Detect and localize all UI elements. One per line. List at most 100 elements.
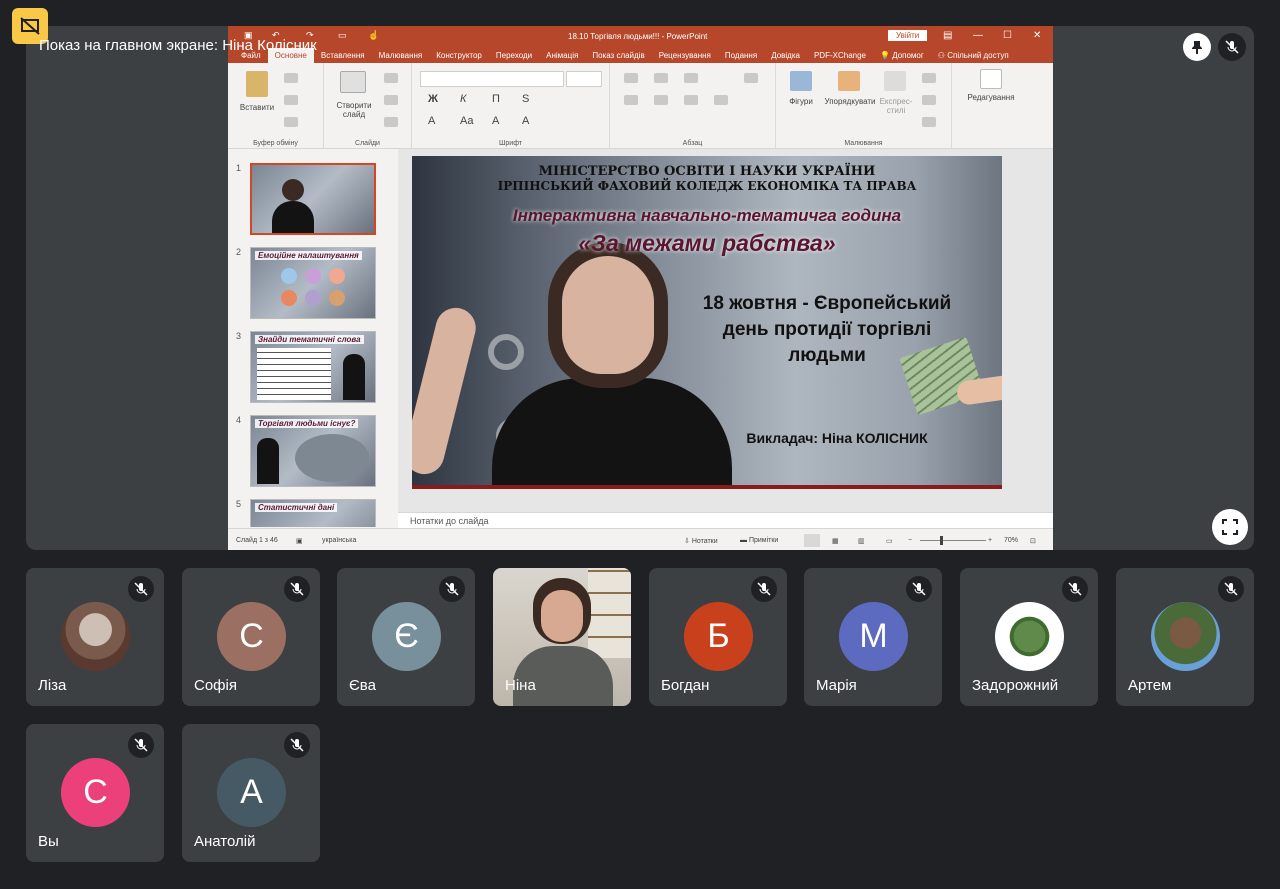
- shape-outline-icon[interactable]: [922, 95, 936, 105]
- ribbon-tabs: Файл Основне Вставлення Малювання Констр…: [228, 47, 1053, 63]
- pin-button[interactable]: [1183, 33, 1211, 61]
- grow-font-button[interactable]: A: [492, 115, 499, 127]
- new-slide-icon[interactable]: [340, 71, 366, 93]
- participant-tile[interactable]: Ліза: [26, 568, 164, 706]
- shapes-button[interactable]: Фігури: [780, 97, 822, 106]
- change-case-button[interactable]: Aa: [460, 115, 473, 127]
- slideshow-start-icon[interactable]: ▭: [338, 30, 347, 41]
- text-direction-icon[interactable]: [744, 73, 758, 83]
- format-painter-icon[interactable]: [284, 117, 298, 127]
- align-right-icon[interactable]: [684, 95, 698, 105]
- quick-styles-icon[interactable]: [884, 71, 906, 91]
- notes-toggle[interactable]: ⇩ Нотатки: [684, 537, 718, 545]
- handcuff-image: [488, 334, 524, 370]
- bold-button[interactable]: Ж: [428, 93, 438, 105]
- participant-video-tile[interactable]: Ніна: [493, 568, 631, 706]
- ribbon-group-slides: Створити слайд Слайди: [324, 63, 412, 149]
- zoom-slider-thumb[interactable]: [940, 536, 943, 545]
- search-icon[interactable]: [980, 69, 1002, 89]
- section-icon[interactable]: [384, 117, 398, 127]
- shape-fill-icon[interactable]: [922, 73, 936, 83]
- new-slide-button[interactable]: Створити слайд: [328, 101, 380, 119]
- current-slide[interactable]: МІНІСТЕРСТВО ОСВІТИ І НАУКИ УКРАЇНИ ІРПІ…: [412, 156, 1002, 489]
- sorter-view-icon[interactable]: ▦: [832, 537, 839, 545]
- slide-thumbnail-4[interactable]: Торгівля людьми існує?: [250, 415, 376, 487]
- layout-icon[interactable]: [384, 73, 398, 83]
- line-spacing-icon[interactable]: [684, 73, 698, 83]
- slide-thumbnail-3[interactable]: Знайди тематичні слова: [250, 331, 376, 403]
- zoom-slider[interactable]: [920, 540, 986, 541]
- maximize-icon[interactable]: ☐: [1003, 30, 1012, 41]
- minimize-icon[interactable]: —: [973, 30, 983, 41]
- arrange-button[interactable]: Упорядкувати: [820, 97, 880, 106]
- shrink-font-button[interactable]: A: [522, 115, 529, 127]
- participant-tile[interactable]: Задорожний: [960, 568, 1098, 706]
- participant-tile-self[interactable]: С Вы: [26, 724, 164, 862]
- paste-icon[interactable]: [246, 71, 268, 97]
- close-icon[interactable]: ✕: [1033, 30, 1041, 41]
- align-left-icon[interactable]: [624, 95, 638, 105]
- ribbon-display-icon[interactable]: ▤: [943, 30, 952, 41]
- quick-styles-button[interactable]: Експрес-стилі: [876, 97, 916, 115]
- zoom-out-icon[interactable]: −: [908, 537, 912, 544]
- tab-help[interactable]: Довідка: [764, 51, 807, 63]
- copy-icon[interactable]: [284, 95, 298, 105]
- participant-tile[interactable]: Б Богдан: [649, 568, 787, 706]
- numbering-icon[interactable]: [654, 73, 668, 83]
- fit-slide-icon[interactable]: ⊡: [1030, 537, 1036, 545]
- tab-design[interactable]: Конструктор: [429, 51, 489, 63]
- justify-icon[interactable]: [714, 95, 728, 105]
- avatar: Б: [684, 602, 753, 671]
- language-indicator[interactable]: українська: [322, 537, 356, 544]
- tab-draw[interactable]: Малювання: [372, 51, 430, 63]
- underline-button[interactable]: П: [492, 93, 500, 105]
- tab-pdfxchange[interactable]: PDF-XChange: [807, 51, 873, 63]
- tab-insert[interactable]: Вставлення: [314, 51, 372, 63]
- tab-share[interactable]: ⚇ Спільний доступ: [931, 51, 1016, 63]
- tab-slideshow[interactable]: Показ слайдів: [585, 51, 651, 63]
- zoom-level[interactable]: 70%: [1004, 537, 1018, 544]
- accessibility-icon[interactable]: ▣: [296, 537, 303, 545]
- thumb-number: 1: [236, 163, 242, 173]
- sign-in-button[interactable]: Увійти: [888, 30, 928, 41]
- normal-view-icon[interactable]: [804, 534, 820, 547]
- tab-review[interactable]: Рецензування: [652, 51, 718, 63]
- cut-icon[interactable]: [284, 73, 298, 83]
- shapes-icon[interactable]: [790, 71, 812, 91]
- tab-tell-me[interactable]: 💡 Допомог: [873, 51, 931, 63]
- font-family-select[interactable]: [420, 71, 564, 87]
- tab-transitions[interactable]: Переходи: [489, 51, 539, 63]
- italic-button[interactable]: К: [460, 93, 466, 105]
- slide-person-face: [562, 256, 654, 374]
- participant-tile[interactable]: Є Єва: [337, 568, 475, 706]
- align-center-icon[interactable]: [654, 95, 668, 105]
- shape-effects-icon[interactable]: [922, 117, 936, 127]
- bullets-icon[interactable]: [624, 73, 638, 83]
- notes-pane[interactable]: Нотатки до слайда: [398, 512, 1053, 528]
- comments-toggle[interactable]: ▬ Примітки: [740, 537, 778, 544]
- slide-event-title: «За межами рабства»: [578, 230, 836, 256]
- paste-button[interactable]: Вставити: [234, 103, 280, 112]
- participant-tile[interactable]: А Анатолій: [182, 724, 320, 862]
- reading-view-icon[interactable]: ▥: [858, 537, 865, 545]
- strikethrough-button[interactable]: S: [522, 93, 529, 105]
- reset-icon[interactable]: [384, 95, 398, 105]
- slide-thumbnail-1[interactable]: [250, 163, 376, 235]
- slide-thumbnail-2[interactable]: Емоційне налаштування: [250, 247, 376, 319]
- arrange-icon[interactable]: [838, 71, 860, 91]
- font-size-select[interactable]: [566, 71, 602, 87]
- ribbon-group-paragraph: Абзац: [610, 63, 776, 149]
- slide-thumbnail-5[interactable]: Статистичні дані: [250, 499, 376, 527]
- participant-tile[interactable]: С Софія: [182, 568, 320, 706]
- touch-mode-icon[interactable]: ☝: [368, 30, 379, 41]
- zoom-in-icon[interactable]: +: [988, 537, 992, 544]
- participant-tile[interactable]: М Марія: [804, 568, 942, 706]
- fullscreen-button[interactable]: [1212, 509, 1248, 545]
- tab-view[interactable]: Подання: [718, 51, 764, 63]
- editing-button[interactable]: Редагування: [956, 93, 1026, 102]
- slideshow-view-icon[interactable]: ▭: [886, 537, 893, 545]
- participant-name: Ліза: [38, 677, 67, 694]
- participant-tile[interactable]: Артем: [1116, 568, 1254, 706]
- tab-animations[interactable]: Анімація: [539, 51, 585, 63]
- font-color-button[interactable]: A: [428, 115, 435, 127]
